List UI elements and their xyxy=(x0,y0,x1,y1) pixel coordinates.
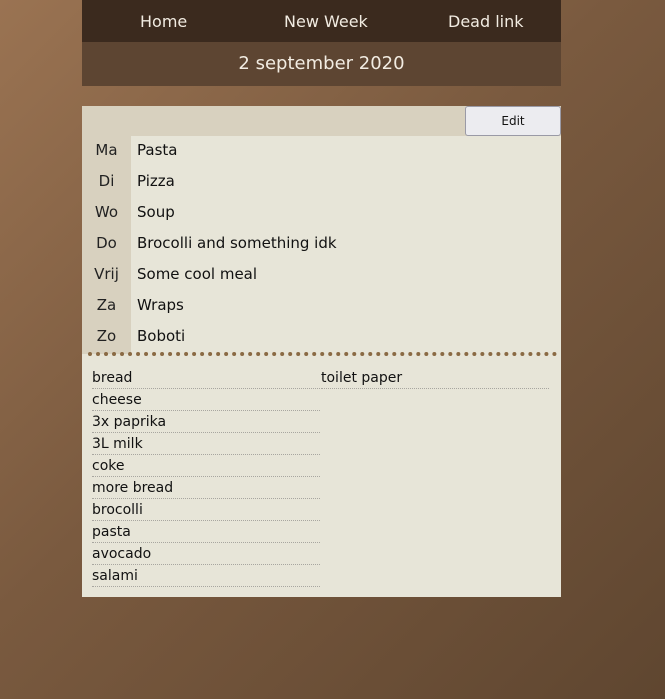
day-row: Wo Soup xyxy=(82,198,561,229)
edit-button[interactable]: Edit xyxy=(465,106,561,136)
shopping-list-item: salami xyxy=(92,566,320,587)
meal-text: Boboti xyxy=(137,327,186,345)
day-label: Di xyxy=(98,172,115,190)
current-date: 2 september 2020 xyxy=(82,42,561,86)
day-label: Do xyxy=(96,234,117,252)
meal-text: Brocolli and something idk xyxy=(137,234,337,252)
meal-text: Wraps xyxy=(137,296,184,314)
shopping-list-item: coke xyxy=(92,456,320,477)
shopping-list-item: bread xyxy=(92,368,320,389)
top-nav: Home New Week Dead link xyxy=(82,0,561,42)
day-row: Ma Pasta xyxy=(82,136,561,167)
shopping-list-item: brocolli xyxy=(92,500,320,521)
shopping-list-item: avocado xyxy=(92,544,320,565)
day-row: Do Brocolli and something idk xyxy=(82,229,561,260)
day-label: Ma xyxy=(95,141,118,159)
shopping-list-item: toilet paper xyxy=(321,368,549,389)
nav-dead-link[interactable]: Dead link xyxy=(448,12,524,31)
day-label: Zo xyxy=(96,327,117,345)
meal-text: Pasta xyxy=(137,141,178,159)
meal-text: Pizza xyxy=(137,172,175,190)
meal-planner-card: Edit Ma Pasta Di Pizza Wo Soup Do Brocol… xyxy=(82,106,561,597)
shopping-list-item: cheese xyxy=(92,390,320,411)
day-label: Za xyxy=(96,296,117,314)
nav-new-week-link[interactable]: New Week xyxy=(284,12,368,31)
day-label: Wo xyxy=(94,203,119,221)
nav-home-link[interactable]: Home xyxy=(140,12,187,31)
day-label: Vrij xyxy=(94,265,119,283)
day-row: Di Pizza xyxy=(82,167,561,198)
day-row: Vrij Some cool meal xyxy=(82,260,561,291)
shopping-list-item: 3L milk xyxy=(92,434,320,455)
shopping-list-item: pasta xyxy=(92,522,320,543)
week-meal-list: Ma Pasta Di Pizza Wo Soup Do Brocolli an… xyxy=(82,136,561,354)
day-row: Za Wraps xyxy=(82,291,561,322)
meal-text: Some cool meal xyxy=(137,265,258,283)
shopping-list-item: more bread xyxy=(92,478,320,499)
shopping-list-item: 3x paprika xyxy=(92,412,320,433)
meal-text: Soup xyxy=(137,203,175,221)
section-divider xyxy=(88,352,557,356)
day-row: Zo Boboti xyxy=(82,322,561,353)
